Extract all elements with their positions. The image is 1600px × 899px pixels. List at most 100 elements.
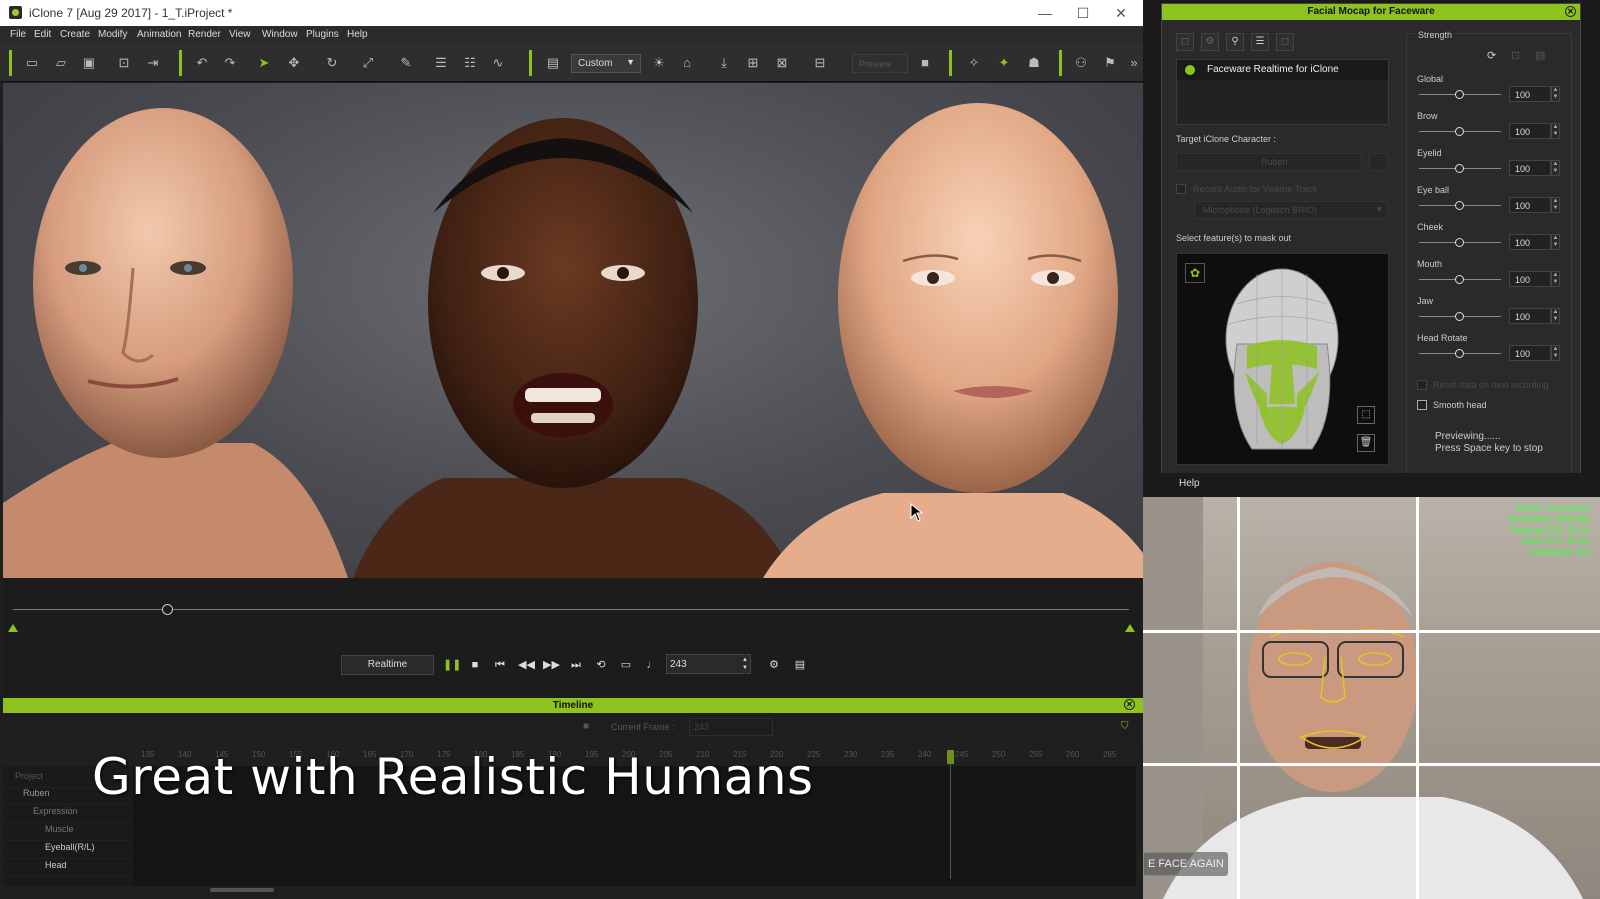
spinner-icon[interactable]: ▲ ▼ (1551, 308, 1560, 324)
character-head-middle[interactable] (353, 118, 793, 578)
settings-icon[interactable]: ⚙ (767, 657, 781, 673)
skip-end-icon[interactable]: ⏭ (569, 657, 583, 673)
pick-character-icon[interactable] (1369, 153, 1388, 171)
mocap-icon[interactable]: ✦ (996, 55, 1012, 71)
face-select-icon[interactable]: ✿ (1185, 263, 1205, 283)
menu-modify[interactable]: Modify (98, 29, 127, 40)
select-arrow-icon[interactable]: ➤ (256, 55, 272, 71)
track-muscle[interactable]: Muscle (3, 824, 133, 841)
device-item[interactable]: Faceware Realtime for iClone (1177, 60, 1388, 80)
reset-data-checkbox[interactable] (1417, 380, 1427, 390)
track-head[interactable]: Head (3, 860, 133, 877)
spinner-icon[interactable]: ▲ ▼ (1551, 160, 1560, 176)
video-camera-icon[interactable]: ■ (917, 55, 933, 71)
device-settings-icon[interactable]: ⚲ (1226, 33, 1244, 51)
spinner-icon[interactable]: ▲ ▼ (1551, 86, 1560, 102)
timeline-stop-icon[interactable]: ■ (583, 721, 589, 732)
skip-start-icon[interactable]: ⏮ (493, 657, 507, 673)
spinner-icon[interactable]: ▲ ▼ (1551, 197, 1560, 213)
frame-spinner-icon[interactable]: ▲ ▼ (742, 656, 748, 672)
subtitle-icon[interactable]: ▭ (619, 657, 633, 673)
3d-viewport[interactable] (3, 83, 1143, 578)
fast-forward-icon[interactable]: ▶▶ (543, 657, 560, 673)
export-icon[interactable]: ⇥ (145, 55, 161, 71)
track-expression[interactable]: Expression (3, 806, 133, 823)
frame-icon[interactable]: ⊟ (812, 55, 828, 71)
fit-icon[interactable]: ⊞ (745, 55, 761, 71)
slider-value-input[interactable]: 100 (1509, 160, 1551, 176)
preview-dropdown[interactable]: Preview (852, 54, 908, 73)
time-scrubber-track[interactable] (13, 609, 1129, 610)
slider-handle[interactable] (1455, 275, 1464, 284)
timeline-frame-field[interactable]: 243 (689, 718, 773, 736)
save-preset-icon[interactable]: ⊡ (1511, 49, 1520, 62)
slider-handle[interactable] (1455, 349, 1464, 358)
import-icon[interactable]: ⊡ (116, 55, 132, 71)
close-icon[interactable]: ✕ (1565, 6, 1576, 17)
slider-handle[interactable] (1455, 312, 1464, 321)
brush-icon[interactable]: ✎ (398, 55, 414, 71)
distribute-icon[interactable]: ☷ (462, 55, 478, 71)
link-icon[interactable]: ∿ (490, 55, 506, 71)
character-head-left[interactable] (3, 108, 348, 578)
persona-icon[interactable]: ⚇ (1073, 55, 1089, 71)
motion-icon[interactable]: ✧ (966, 55, 982, 71)
trash-icon[interactable]: 🗑 (1357, 434, 1375, 452)
menu-render[interactable]: Render (188, 29, 221, 40)
slider-value-input[interactable]: 100 (1509, 123, 1551, 139)
home-icon[interactable]: ⌂ (679, 55, 695, 71)
slider-value-input[interactable]: 100 (1509, 271, 1551, 287)
microphone-dropdown[interactable]: Microphone (Logitech BRIO) ▼ (1194, 201, 1388, 219)
layout-icon[interactable]: ▤ (545, 55, 561, 71)
slider-value-input[interactable]: 100 (1509, 234, 1551, 250)
spinner-icon[interactable]: ▲ ▼ (1551, 123, 1560, 139)
timeline-playhead[interactable] (947, 750, 954, 764)
move-icon[interactable]: ✥ (286, 55, 302, 71)
maximize-button[interactable]: ☐ (1068, 3, 1098, 23)
export-icon[interactable]: ◻ (1276, 33, 1294, 51)
drop-to-floor-icon[interactable]: ⤓ (716, 55, 732, 71)
slider-handle[interactable] (1455, 201, 1464, 210)
timeline-scrollbar[interactable] (210, 888, 274, 892)
current-frame-input[interactable]: 243 ▲ ▼ (666, 654, 751, 674)
time-scrubber-handle[interactable] (162, 604, 173, 615)
slider-value-input[interactable]: 100 (1509, 308, 1551, 324)
camera-view-icon[interactable]: ⊠ (774, 55, 790, 71)
pause-icon[interactable]: ❚❚ (443, 657, 461, 673)
slider-value-input[interactable]: 100 (1509, 345, 1551, 361)
close-button[interactable]: ✕ (1106, 3, 1136, 23)
track-eyeball[interactable]: Eyeball(R/L) (3, 842, 133, 859)
face-mask-selector[interactable]: ✿ ⬚ 🗑 (1176, 253, 1389, 465)
gear-icon[interactable]: ⚙ (1201, 33, 1219, 51)
slider-handle[interactable] (1455, 238, 1464, 247)
more-icon[interactable]: » (1126, 55, 1142, 71)
redo-icon[interactable]: ↷ (222, 55, 238, 71)
rotate-icon[interactable]: ↻ (324, 55, 340, 71)
undo-icon[interactable]: ↶ (194, 55, 210, 71)
menu-window[interactable]: Window (262, 29, 298, 40)
slider-value-input[interactable]: 100 (1509, 197, 1551, 213)
record-audio-checkbox[interactable] (1176, 184, 1186, 194)
slider-handle[interactable] (1455, 90, 1464, 99)
open-folder-icon[interactable]: ▱ (53, 55, 69, 71)
help-link[interactable]: Help (1179, 478, 1200, 489)
menu-animation[interactable]: Animation (137, 29, 181, 40)
timeline-close-icon[interactable]: ✕ (1124, 699, 1135, 710)
spinner-icon[interactable]: ▲ ▼ (1551, 345, 1560, 361)
slider-handle[interactable] (1455, 164, 1464, 173)
reset-icon[interactable]: ⟳ (1487, 49, 1496, 62)
range-start-marker[interactable] (8, 624, 18, 632)
menu-help[interactable]: Help (347, 29, 368, 40)
loop-icon[interactable]: ⟲ (594, 657, 608, 673)
slider-handle[interactable] (1455, 127, 1464, 136)
preset-dropdown[interactable]: Custom ▼ (571, 54, 641, 73)
light-icon[interactable]: ☀ (651, 55, 667, 71)
target-character-field[interactable]: Ruben (1176, 153, 1362, 171)
timeline-toggle-icon[interactable]: ▤ (793, 657, 807, 673)
timeline-filter-icon[interactable]: ⛉ (1121, 721, 1129, 732)
smooth-head-checkbox[interactable] (1417, 400, 1427, 410)
spinner-icon[interactable]: ▲ ▼ (1551, 271, 1560, 287)
character-head-right[interactable] (763, 103, 1143, 578)
spinner-icon[interactable]: ▲ ▼ (1551, 234, 1560, 250)
character-icon[interactable]: ☗ (1026, 55, 1042, 71)
